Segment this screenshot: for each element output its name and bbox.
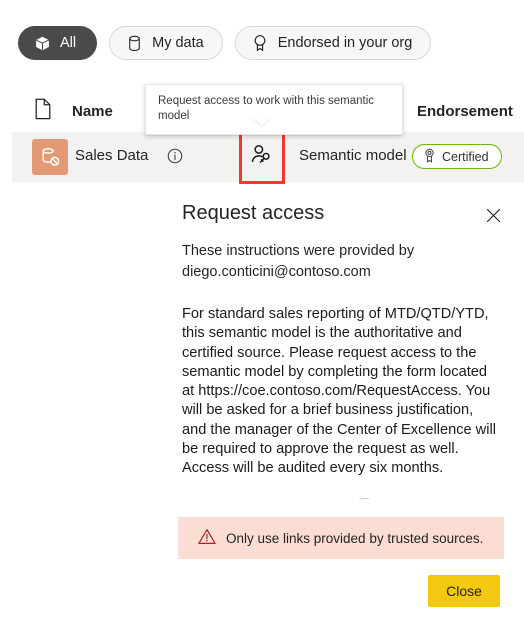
certified-badge-icon bbox=[423, 148, 436, 166]
filter-pill-all[interactable]: All bbox=[18, 26, 98, 60]
restricted-dataset-icon bbox=[32, 139, 68, 175]
row-type-label: Semantic model bbox=[299, 147, 407, 164]
warning-text: Only use links provided by trusted sourc… bbox=[226, 530, 484, 546]
dialog-subtitle: These instructions were provided by dieg… bbox=[182, 243, 415, 281]
status-badge[interactable]: Certified bbox=[412, 144, 502, 169]
row-name-label[interactable]: Sales Data bbox=[75, 147, 148, 164]
filter-pill-bar: All My data Endorsed in your org bbox=[18, 26, 432, 60]
request-access-dialog: Request access These instructions were p… bbox=[0, 186, 524, 622]
request-access-button[interactable] bbox=[243, 135, 281, 180]
tooltip: Request access to work with this semanti… bbox=[145, 84, 403, 135]
filter-pill-endorsed-label: Endorsed in your org bbox=[277, 34, 413, 51]
database-icon bbox=[125, 34, 143, 52]
filter-pill-all-label: All bbox=[60, 34, 77, 51]
filter-pill-my-data-label: My data bbox=[152, 34, 204, 51]
filter-pill-endorsed[interactable]: Endorsed in your org bbox=[234, 26, 432, 60]
cube-icon bbox=[33, 34, 51, 52]
column-header-endorsement[interactable]: Endorsement bbox=[417, 103, 513, 120]
column-header-name[interactable]: Name bbox=[72, 103, 113, 120]
badge-icon bbox=[251, 34, 269, 52]
status-badge-label: Certified bbox=[442, 149, 489, 164]
warning-banner: Only use links provided by trusted sourc… bbox=[178, 517, 504, 559]
person-key-icon bbox=[250, 143, 274, 172]
close-icon[interactable] bbox=[480, 202, 506, 228]
warning-triangle-icon bbox=[198, 528, 216, 548]
tooltip-arrow bbox=[253, 117, 271, 126]
close-button[interactable]: Close bbox=[428, 575, 500, 607]
dialog-instructions-text: For standard sales reporting of MTD/QTD/… bbox=[182, 306, 496, 476]
info-icon[interactable] bbox=[167, 148, 183, 164]
filter-pill-my-data[interactable]: My data bbox=[109, 26, 223, 60]
document-icon bbox=[34, 98, 52, 120]
dialog-title: Request access bbox=[182, 202, 325, 224]
